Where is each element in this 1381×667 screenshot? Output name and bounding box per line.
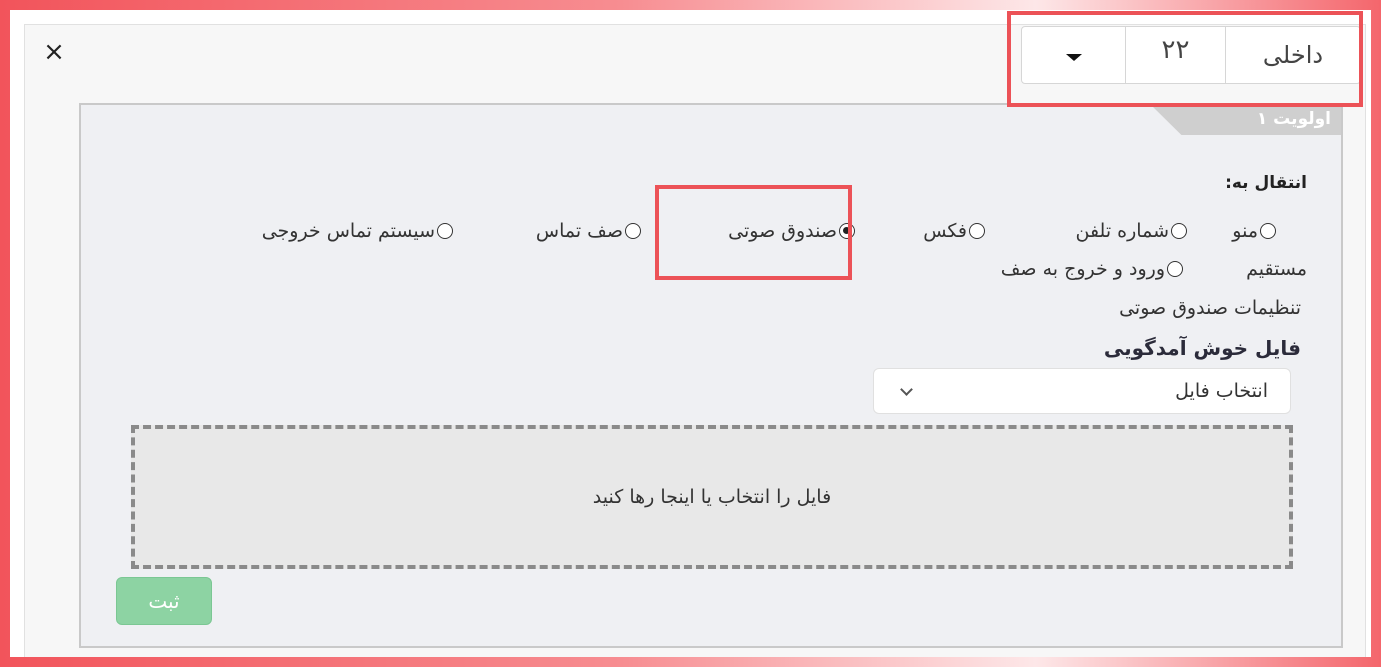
- priority-panel: اولویت ۱ انتقال به: منو شماره تلفن فکس ص…: [79, 103, 1343, 648]
- voicemail-settings-title: تنظیمات صندوق صوتی: [1119, 297, 1301, 319]
- close-icon[interactable]: ×: [42, 39, 66, 65]
- radio-menu-label: منو: [1232, 220, 1258, 242]
- radio-direct-label: مستقیم: [1246, 258, 1307, 280]
- radio-queue-login-logout-dot[interactable]: [1167, 261, 1183, 277]
- radio-outbound-system-dot[interactable]: [437, 223, 453, 239]
- radio-phone-number[interactable]: شماره تلفن: [1075, 220, 1187, 242]
- chevron-down-icon: [900, 382, 913, 396]
- radio-outbound-system[interactable]: سیستم تماس خروجی: [262, 220, 453, 242]
- extension-type[interactable]: داخلی: [1226, 27, 1360, 83]
- radio-direct[interactable]: مستقیم: [1246, 258, 1307, 280]
- radio-call-queue[interactable]: صف تماس: [536, 220, 641, 242]
- radio-outbound-system-label: سیستم تماس خروجی: [261, 220, 435, 242]
- submit-button[interactable]: ثبت: [116, 577, 212, 625]
- radio-menu[interactable]: منو: [1232, 220, 1276, 242]
- file-dropzone[interactable]: فایل را انتخاب یا اینجا رها کنید: [131, 425, 1293, 569]
- radio-phone-number-dot[interactable]: [1171, 223, 1187, 239]
- radio-voicemail-label: صندوق صوتی: [728, 220, 837, 242]
- radio-menu-dot[interactable]: [1260, 223, 1276, 239]
- radio-queue-login-logout[interactable]: ورود و خروج به صف: [1001, 258, 1183, 280]
- extension-number[interactable]: ۲۲: [1126, 27, 1226, 83]
- radio-fax-label: فکس: [923, 220, 967, 242]
- radio-fax-dot[interactable]: [969, 223, 985, 239]
- radio-fax[interactable]: فکس: [923, 220, 985, 242]
- extension-selector: ۲۲ داخلی: [1021, 26, 1361, 84]
- radio-voicemail[interactable]: صندوق صوتی: [728, 220, 855, 242]
- priority-label: اولویت ۱: [1256, 109, 1331, 129]
- dropzone-text: فایل را انتخاب یا اینجا رها کنید: [592, 486, 832, 508]
- welcome-file-select[interactable]: انتخاب فایل: [873, 368, 1291, 414]
- radio-call-queue-label: صف تماس: [535, 220, 623, 242]
- welcome-file-label: فایل خوش آمدگویی: [1103, 336, 1301, 360]
- extension-dropdown-toggle[interactable]: [1022, 27, 1126, 83]
- modal-frame: × ۲۲ داخلی اولویت ۱ انتقال به: منو شماره…: [10, 10, 1371, 657]
- welcome-file-select-value: انتخاب فایل: [1175, 380, 1268, 402]
- caret-down-icon: [1065, 53, 1082, 61]
- radio-phone-number-label: شماره تلفن: [1075, 220, 1169, 242]
- transfer-label: انتقال به:: [1225, 173, 1307, 193]
- radio-voicemail-dot[interactable]: [839, 223, 855, 239]
- radio-call-queue-dot[interactable]: [625, 223, 641, 239]
- radio-queue-login-logout-label: ورود و خروج به صف: [1000, 258, 1165, 280]
